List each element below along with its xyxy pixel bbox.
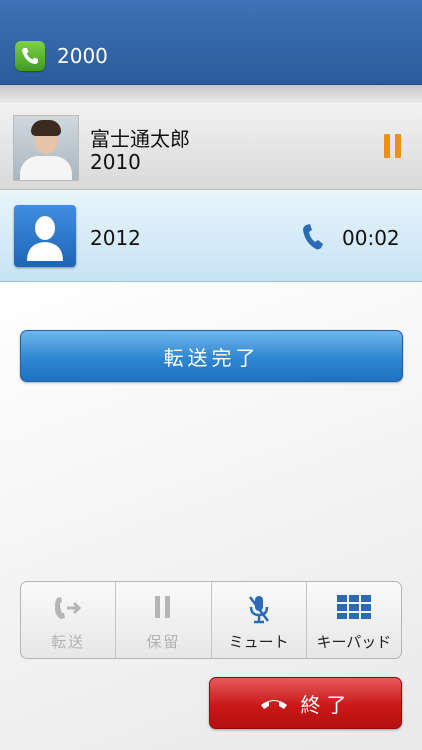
mute-label: ミュート [228,633,289,651]
held-caller-name: 富士通太郎 [90,127,190,151]
held-caller-number: 2010 [90,150,141,174]
phone-icon [301,223,325,255]
transfer-icon [21,594,115,622]
own-extension: 2000 [57,44,108,68]
complete-transfer-button[interactable]: 転送完了 [20,330,403,382]
hang-up-icon [260,700,287,709]
app-header: 2000 [0,0,422,85]
keypad-icon [307,594,401,622]
transfer-label: 転送 [51,633,86,651]
hold-icon [116,594,210,622]
keypad-button[interactable]: キーパッド [307,582,401,658]
complete-transfer-label: 転送完了 [163,345,260,370]
call-duration: 00:02 [342,226,400,250]
keypad-label: キーパッド [316,633,392,651]
hold-label: 保留 [146,633,181,651]
transfer-button[interactable]: 転送 [21,582,117,658]
hold-status-icon [383,133,403,163]
header-divider [0,85,422,103]
contact-photo [13,115,79,181]
call-control-panel: 転送 保留 ミュート キーパッド [20,581,402,659]
default-avatar-icon [14,205,76,267]
hold-button[interactable]: 保留 [116,582,212,658]
end-call-button[interactable]: 終了 [209,677,402,729]
active-caller-number: 2012 [90,226,141,250]
mute-button[interactable]: ミュート [212,582,307,658]
phone-app-icon [15,41,45,71]
mic-muted-icon [212,594,306,624]
end-call-label: 終了 [300,692,353,717]
